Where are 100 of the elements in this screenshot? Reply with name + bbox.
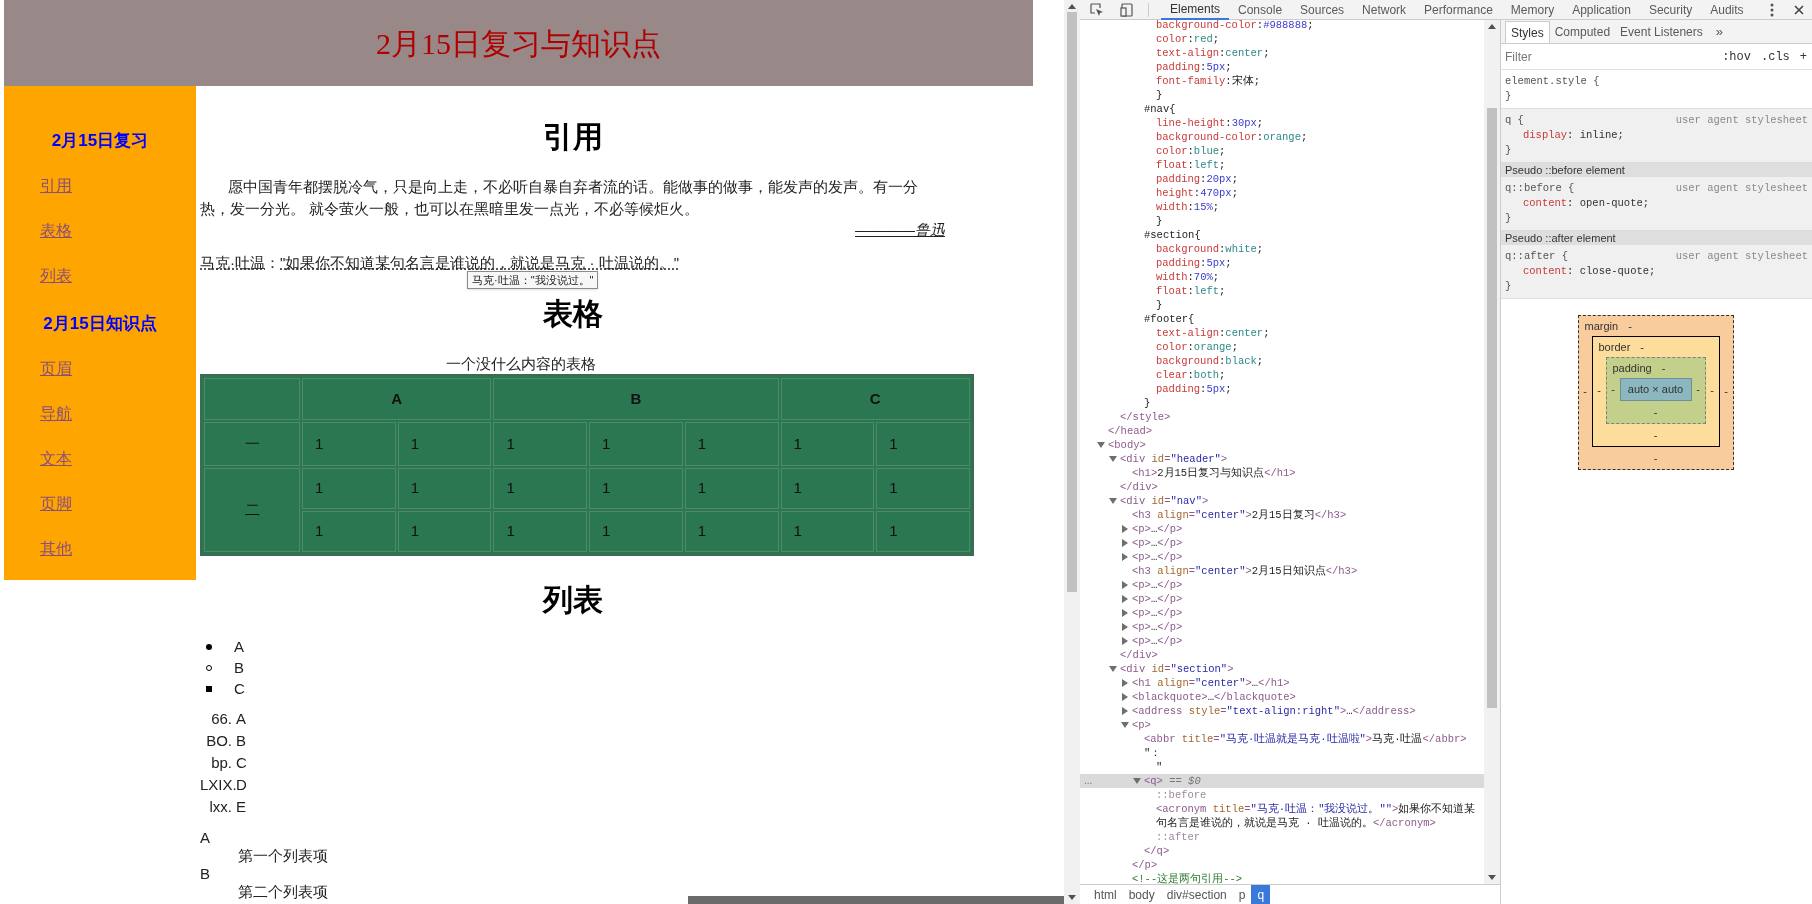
filter-field[interactable]: Filter [1501, 45, 1718, 68]
collapsed-triangle-icon[interactable] [1121, 539, 1129, 547]
collapsed-triangle-icon[interactable] [1121, 525, 1129, 533]
tree-row[interactable]: <q> == $0 [1133, 774, 1201, 788]
devtools-tab[interactable]: Performance [1415, 0, 1502, 20]
devtools-tab[interactable]: Application [1563, 0, 1640, 20]
device-icon[interactable] [1120, 2, 1134, 17]
tree-row[interactable]: <h1 align="center">…</h1> [1121, 676, 1290, 690]
collapsed-triangle-icon[interactable] [1121, 553, 1129, 561]
code-line: } [1156, 88, 1163, 102]
tree-row[interactable]: <p>…</p> [1121, 592, 1183, 606]
code-line: </head> [1108, 424, 1153, 438]
breadcrumb[interactable]: body [1122, 884, 1161, 904]
collapsed-triangle-icon[interactable] [1121, 693, 1129, 701]
devtools-tab[interactable]: Security [1639, 0, 1702, 20]
quote-paragraph: 愿中国青年都摆脱冷气，只是向上走，不必听自暴自弃者流的话。能做事的做事，能发声的发声。有一分热，发一分光。 就令萤火一般，也可以在黑暗里发一点光，不必等候炬火。 [200, 177, 919, 219]
expanded-triangle-icon[interactable] [1109, 665, 1117, 673]
scroll-down-icon[interactable] [1068, 895, 1076, 900]
scrollbar-thumb[interactable] [1067, 12, 1077, 592]
tree-row[interactable]: <h3 align="center">2月15日知识点</h3> [1132, 564, 1358, 578]
code-line: </q> [1144, 844, 1170, 858]
collapsed-triangle-icon[interactable] [1121, 581, 1129, 589]
tree-row[interactable]: <p>…</p> [1121, 536, 1183, 550]
column-header: A [302, 378, 492, 420]
styles-tab[interactable]: Computed [1549, 21, 1616, 43]
inspect-icon[interactable] [1090, 2, 1104, 17]
breadcrumb[interactable]: q [1251, 884, 1271, 904]
scroll-up-icon[interactable] [1068, 4, 1076, 9]
styles-tab[interactable]: Event Listeners [1615, 21, 1708, 43]
styles-tab[interactable]: Styles [1505, 21, 1550, 43]
collapsed-triangle-icon[interactable] [1121, 623, 1129, 631]
tree-row[interactable]: <body> [1097, 438, 1146, 452]
rule-selector: q::after { [1505, 249, 1568, 264]
vertical-scrollbar[interactable] [1064, 0, 1080, 904]
nav-heading: 2月15日复习 [51, 130, 149, 152]
tree-row[interactable]: <!--这是两句引用--> [1132, 872, 1243, 884]
devtools-tab[interactable]: Elements [1161, 0, 1230, 20]
scroll-down-icon[interactable] [1488, 875, 1496, 880]
vertical-scrollbar[interactable] [1484, 20, 1500, 884]
tree-row[interactable]: "： [1144, 746, 1162, 760]
expanded-triangle-icon[interactable] [1133, 777, 1141, 785]
tree-row[interactable]: <address style="text-align:right">…</address> [1121, 704, 1416, 718]
rule-close-brace: } [1505, 212, 1512, 224]
row-header: 二 [204, 468, 300, 552]
table-cell: 1 [589, 511, 683, 552]
collapsed-triangle-icon[interactable] [1121, 637, 1129, 645]
expanded-triangle-icon[interactable] [1109, 455, 1117, 463]
toolbar-button[interactable]: :hov [1717, 47, 1756, 66]
toolbar-button[interactable]: .cls [1756, 47, 1795, 66]
tree-row[interactable]: <div id="section"> [1109, 662, 1234, 676]
devtools-tab[interactable]: Network [1353, 0, 1416, 20]
code-line: clear:both; [1156, 368, 1226, 382]
quote-author: ————鲁迅 [855, 220, 945, 240]
close-icon[interactable] [1794, 4, 1804, 15]
tree-row[interactable]: <div id="nav"> [1109, 494, 1209, 508]
list-item: C [234, 679, 245, 699]
expanded-triangle-icon[interactable] [1109, 497, 1117, 505]
definition-term: A [200, 829, 210, 847]
more-options-icon[interactable] [1770, 2, 1774, 17]
code-line: padding:5px; [1156, 256, 1232, 270]
scroll-up-icon[interactable] [1488, 24, 1496, 29]
table-cell: 1 [589, 468, 683, 509]
devtools-tab[interactable]: Memory [1501, 0, 1564, 20]
expanded-triangle-icon[interactable] [1097, 441, 1105, 449]
horizontal-scrollbar-thumb[interactable] [688, 896, 1064, 904]
devtools-tab[interactable]: Console [1229, 0, 1292, 20]
expanded-triangle-icon[interactable] [1121, 721, 1129, 729]
breadcrumb[interactable]: html [1088, 884, 1123, 904]
collapsed-triangle-icon[interactable] [1121, 707, 1129, 715]
section-heading: 引用 [543, 119, 603, 155]
tree-row[interactable]: <div id="header"> [1109, 452, 1228, 466]
rule-source: user agent stylesheet [1675, 113, 1808, 128]
code-line: #section{ [1144, 228, 1201, 242]
devtools-tab[interactable]: Sources [1291, 0, 1354, 20]
collapsed-triangle-icon[interactable] [1121, 679, 1129, 687]
scrollbar-thumb[interactable] [1487, 108, 1497, 708]
rule-close-brace: } [1505, 280, 1512, 292]
code-line: } [1156, 214, 1163, 228]
collapsed-triangle-icon[interactable] [1121, 595, 1129, 603]
breadcrumb[interactable]: p [1232, 884, 1252, 904]
box-model-value: - [1640, 339, 1644, 355]
tree-row[interactable]: <h1>2月15日复习与知识点</h1> [1132, 466, 1296, 480]
tree-row[interactable]: <p>…</p> [1121, 606, 1183, 620]
tree-row[interactable]: <h3 align="center">2月15日复习</h3> [1132, 508, 1347, 522]
tree-row[interactable]: <abbr title="马克·吐温就是马克·吐温啦">马克·吐温</abbr> [1144, 732, 1467, 746]
toolbar-button[interactable]: + [1794, 47, 1812, 66]
devtools-tab[interactable]: Audits [1701, 0, 1753, 20]
collapsed-triangle-icon[interactable] [1121, 609, 1129, 617]
bullet-icon [206, 643, 212, 650]
tree-row[interactable]: <p> [1121, 718, 1151, 732]
breadcrumb[interactable]: div#section [1160, 884, 1233, 904]
box-model-value: - [1709, 383, 1715, 399]
tree-row[interactable]: <p>…</p> [1121, 634, 1183, 648]
tree-row[interactable]: <p>…</p> [1121, 550, 1183, 564]
more-tabs-button[interactable]: » [1707, 21, 1731, 43]
tree-row[interactable]: <blackquote>…</blackquote> [1121, 690, 1296, 704]
tree-row[interactable]: <p>…</p> [1121, 522, 1183, 536]
tree-row[interactable]: <p>…</p> [1121, 578, 1183, 592]
tree-row[interactable]: <p>…</p> [1121, 620, 1183, 634]
tree-row[interactable]: <acronym title="马克·吐温："我没说过。"">如果你不知道某句名言是谁说的，就说是马克 · 吐温说的。</acronym> [1156, 802, 1484, 830]
